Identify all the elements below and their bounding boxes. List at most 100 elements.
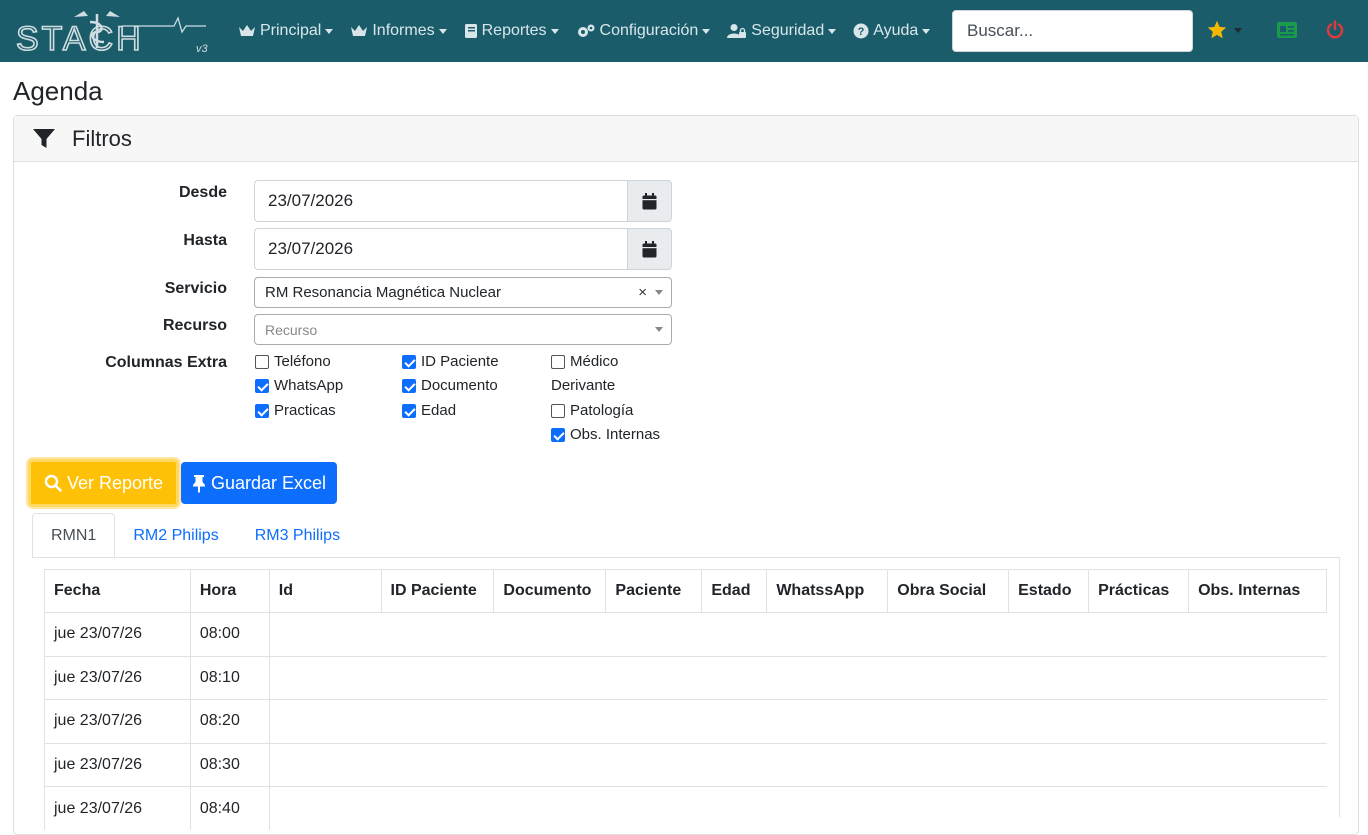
calendar-icon (642, 192, 657, 209)
filters-title: Filtros (72, 125, 132, 151)
checkbox-practicas[interactable]: Practicas (255, 402, 336, 419)
table-row[interactable]: jue 23/07/26 08:10 (44, 655, 1327, 700)
checkbox-obs-internas[interactable]: Obs. Internas (551, 426, 660, 443)
col-id[interactable]: Id (268, 569, 382, 613)
filters-header[interactable]: Filtros (14, 116, 1358, 162)
col-estado[interactable]: Estado (1008, 569, 1090, 613)
chevron-down-icon (655, 327, 663, 332)
checkbox-medico-derivante[interactable]: Médico (551, 353, 618, 370)
chevron-down-icon (922, 28, 931, 34)
resource-tabs: RMN1 RM2 Philips RM3 Philips (32, 513, 358, 558)
col-fecha[interactable]: Fecha (44, 569, 191, 613)
chevron-down-icon (1234, 27, 1242, 33)
col-obs-internas[interactable]: Obs. Internas (1188, 569, 1327, 613)
logo-text: STACH (16, 20, 144, 54)
servicio-value: RM Resonancia Magnética Nuclear (265, 284, 501, 301)
chevron-down-icon (655, 290, 663, 295)
table-row[interactable]: jue 23/07/26 08:20 (44, 699, 1327, 743)
thumbtack-icon (192, 474, 205, 492)
menu-reportes-label: Reportes (481, 22, 547, 39)
menu-seguridad[interactable]: Seguridad (727, 22, 837, 40)
col-edad[interactable]: Edad (701, 569, 768, 613)
menu-informes-label: Informes (372, 22, 435, 39)
checkbox-label-continued: Derivante (551, 377, 616, 394)
question-circle-icon: ? (853, 23, 869, 39)
cell-hora: 08:10 (190, 655, 270, 700)
table-row[interactable]: jue 23/07/26 08:30 (44, 742, 1327, 787)
cell-fecha: jue 23/07/26 (44, 742, 191, 787)
checkbox-label: Documento (421, 377, 498, 394)
col-obra-social[interactable]: Obra Social (887, 569, 1010, 613)
checkbox-box[interactable] (402, 355, 416, 369)
table-row[interactable]: jue 23/07/26 08:40 (44, 786, 1327, 830)
checkbox-patologia[interactable]: Patología (551, 402, 633, 419)
checkbox-label: Patología (570, 402, 634, 419)
checkbox-edad[interactable]: Edad (402, 402, 456, 419)
user-lock-icon (727, 24, 747, 38)
main-menu: Principal Informes Reportes Configuració… (238, 0, 947, 62)
cell-hora: 08:40 (190, 786, 270, 830)
menu-principal[interactable]: Principal (238, 22, 334, 40)
power-icon[interactable] (1325, 20, 1345, 40)
col-practicas[interactable]: Prácticas (1088, 569, 1190, 613)
checkbox-documento[interactable]: Documento (402, 377, 498, 394)
checkbox-box[interactable] (551, 404, 565, 418)
clear-icon[interactable]: × (638, 284, 647, 301)
guardar-excel-button[interactable]: Guardar Excel (181, 462, 337, 504)
checkbox-telefono[interactable]: Teléfono (255, 353, 331, 370)
col-documento[interactable]: Documento (493, 569, 607, 613)
checkbox-label: Teléfono (274, 353, 331, 370)
recurso-placeholder: Recurso (265, 321, 318, 338)
recurso-label: Recurso (162, 317, 227, 334)
calendar-icon (642, 240, 657, 257)
checkbox-box[interactable] (402, 404, 416, 418)
id-card-icon[interactable] (1276, 21, 1298, 39)
menu-reportes[interactable]: Reportes (464, 22, 559, 40)
stach-logo[interactable]: STACH v3 (14, 8, 214, 54)
table-row[interactable]: jue 23/07/26 08:00 (44, 612, 1327, 656)
checkbox-box[interactable] (551, 428, 565, 442)
checkbox-label: WhatsApp (274, 377, 344, 394)
book-icon (464, 24, 477, 38)
search-input[interactable] (952, 10, 1193, 52)
menu-principal-label: Principal (260, 22, 322, 39)
columnas-extra-label: Columnas Extra (105, 354, 227, 371)
cell-empty (269, 612, 1327, 656)
servicio-label: Servicio (164, 280, 227, 297)
checkbox-box[interactable] (402, 379, 416, 393)
checkbox-box[interactable] (255, 355, 269, 369)
desde-input[interactable]: 23/07/2026 (254, 180, 627, 222)
checkbox-box[interactable] (255, 404, 269, 418)
col-paciente[interactable]: Paciente (605, 569, 703, 613)
ver-reporte-button[interactable]: Ver Reporte (28, 459, 179, 507)
tab-rm3-philips[interactable]: RM3 Philips (237, 513, 358, 558)
menu-ayuda[interactable]: ? Ayuda (853, 22, 931, 40)
favorites-dropdown[interactable] (1206, 19, 1242, 41)
hasta-calendar-button[interactable] (627, 228, 672, 270)
cell-hora: 08:20 (190, 699, 270, 743)
menu-configuracion[interactable]: Configuración (576, 22, 711, 40)
tab-rm2-philips[interactable]: RM2 Philips (115, 513, 236, 558)
chevron-down-icon (438, 28, 447, 34)
search-icon (44, 474, 62, 492)
chevron-down-icon (828, 28, 837, 34)
menu-informes[interactable]: Informes (350, 22, 447, 40)
cell-hora: 08:00 (190, 612, 270, 656)
col-id-paciente[interactable]: ID Paciente (380, 569, 495, 613)
col-hora[interactable]: Hora (189, 569, 270, 613)
checkbox-id-paciente[interactable]: ID Paciente (402, 353, 499, 370)
checkbox-box[interactable] (551, 355, 565, 369)
cell-fecha: jue 23/07/26 (44, 699, 191, 743)
svg-text:?: ? (858, 26, 865, 38)
tab-rmn1[interactable]: RMN1 (32, 513, 116, 558)
chevron-down-icon (550, 28, 559, 34)
recurso-select[interactable]: Recurso (254, 314, 672, 345)
hasta-input[interactable]: 23/07/2026 (254, 228, 627, 270)
col-whatsapp[interactable]: WhatssApp (766, 569, 889, 613)
servicio-select[interactable]: RM Resonancia Magnética Nuclear × (254, 277, 672, 308)
checkbox-whatsapp[interactable]: WhatsApp (255, 377, 343, 394)
desde-calendar-button[interactable] (627, 180, 672, 222)
chevron-down-icon (702, 28, 711, 34)
checkbox-label: Médico (570, 353, 619, 370)
checkbox-box[interactable] (255, 379, 269, 393)
